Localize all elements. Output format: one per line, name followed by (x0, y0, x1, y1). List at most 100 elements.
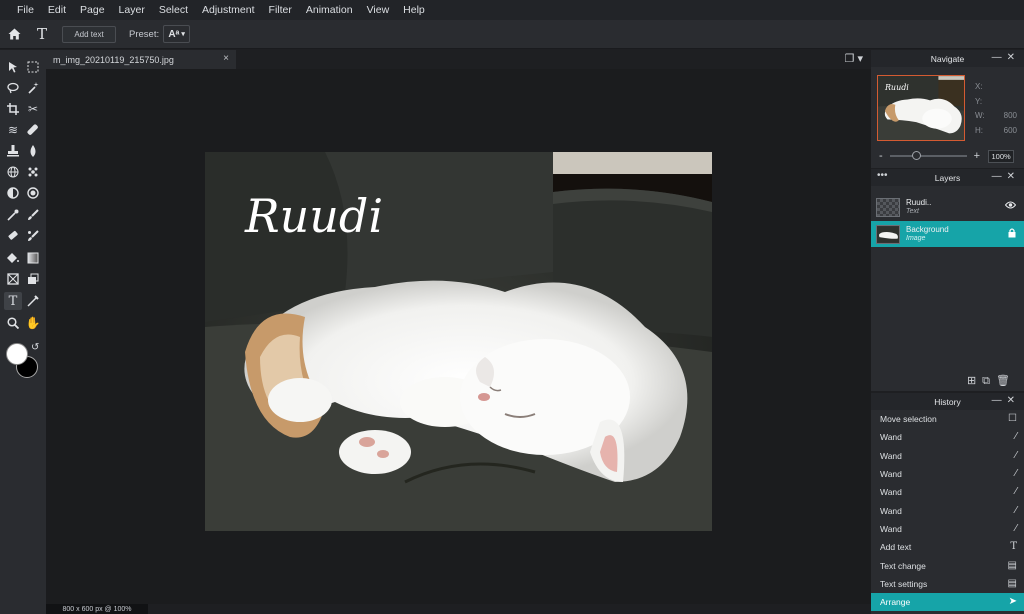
history-item[interactable]: Add text T (871, 538, 1024, 556)
hand-tool-icon[interactable]: ✋ (24, 314, 42, 332)
menu-file[interactable]: File (10, 4, 41, 16)
healing-tool-icon[interactable] (24, 121, 42, 139)
history-item-label: Wand (880, 432, 902, 442)
pen-tool-icon[interactable] (24, 292, 42, 310)
sphere-tool-icon[interactable] (4, 163, 22, 181)
shape-tool-icon[interactable] (4, 270, 22, 288)
fill-tool-icon[interactable] (4, 249, 22, 267)
menu-view[interactable]: View (360, 4, 397, 16)
document-icon: ▤ (1007, 560, 1017, 571)
layer-actions: ⊞⧉🗑 (967, 374, 1016, 388)
menu-select[interactable]: Select (152, 4, 195, 16)
pointer-icon: ➤ (1008, 596, 1017, 607)
navigate-title: Navigate (930, 53, 965, 64)
stamp-tool-icon[interactable] (4, 142, 22, 160)
layer-row-background[interactable]: Background Image (871, 221, 1024, 247)
history-item[interactable]: Wand ⁄ (871, 428, 1024, 446)
navigator-thumbnail[interactable]: Ruudi (877, 75, 965, 141)
history-item-label: Add text (880, 542, 912, 552)
delete-layer-icon[interactable]: 🗑 (996, 375, 1016, 387)
menu-animation[interactable]: Animation (299, 4, 360, 16)
history-item[interactable]: Text change ▤ (871, 557, 1024, 575)
status-bar: 800 x 600 px @ 100% (46, 604, 148, 614)
layers-panel: ••• Layers —✕ Ruudi.. Text Background Im… (871, 169, 1024, 391)
svg-text:Ruudi: Ruudi (884, 83, 909, 92)
menu-filter[interactable]: Filter (262, 4, 299, 16)
more-icon[interactable]: ••• (877, 170, 888, 181)
history-panel-header: History —✕ (871, 393, 1024, 410)
history-item[interactable]: Wand ⁄ (871, 520, 1024, 538)
layer-type: Image (906, 235, 926, 242)
history-item-label: Arrange (880, 597, 911, 607)
h-value: 600 (1003, 125, 1017, 135)
history-item-label: Wand (880, 524, 902, 534)
eye-icon[interactable] (1004, 201, 1017, 211)
history-item[interactable]: Wand ⁄ (871, 465, 1024, 483)
magic-wand-tool-icon[interactable] (24, 79, 42, 97)
zoom-tool-icon[interactable] (4, 314, 22, 332)
y-label: Y: (975, 96, 983, 106)
object-tool-icon[interactable] (24, 270, 42, 288)
arrange-windows-icon[interactable]: ❐ ▾ (845, 52, 863, 65)
home-button[interactable] (0, 20, 28, 49)
text-tool-icon: T (36, 25, 47, 43)
wand-icon: ⁄ (1015, 486, 1017, 497)
dodge-tool-icon[interactable] (4, 184, 22, 202)
brush-tool-icon[interactable] (24, 206, 42, 224)
panel-controls-icon[interactable]: —✕ (992, 395, 1020, 406)
history-item[interactable]: Wand ⁄ (871, 447, 1024, 465)
zoom-out-icon[interactable]: - (879, 150, 883, 162)
lock-icon[interactable] (1008, 228, 1016, 240)
history-item-selected[interactable]: Arrange ➤ (871, 593, 1024, 611)
menu-bar: File Edit Page Layer Select Adjustment F… (0, 0, 1024, 20)
canvas-image[interactable]: Ruudi (205, 152, 712, 531)
menu-adjustment[interactable]: Adjustment (195, 4, 262, 16)
text-icon: T (1010, 541, 1017, 552)
document-tab[interactable]: m_img_20210119_215750.jpg × (46, 50, 236, 69)
eraser-tool-icon[interactable] (4, 227, 22, 245)
swap-colors-icon[interactable]: ↺ (31, 342, 39, 353)
duplicate-layer-icon[interactable]: ⧉ (982, 375, 996, 387)
history-item-label: Move selection (880, 414, 937, 424)
history-item[interactable]: Wand ⁄ (871, 502, 1024, 520)
zoom-input[interactable]: 100% (988, 149, 1015, 163)
move-tool-icon[interactable] (4, 58, 22, 76)
layers-panel-header: ••• Layers —✕ (871, 169, 1024, 186)
drop-tool-icon[interactable] (24, 142, 42, 160)
menu-layer[interactable]: Layer (112, 4, 152, 16)
add-text-button[interactable]: Add text (62, 25, 116, 43)
menu-edit[interactable]: Edit (41, 4, 73, 16)
sponge-tool-icon[interactable] (24, 184, 42, 202)
panel-controls-icon[interactable]: —✕ (992, 52, 1020, 63)
zoom-slider[interactable] (889, 151, 967, 160)
zoom-in-icon[interactable]: + (974, 150, 980, 162)
history-item-label: Text settings (880, 579, 928, 589)
scissors-tool-icon[interactable]: ✂ (24, 100, 42, 118)
history-item[interactable]: Move selection ☐ (871, 410, 1024, 428)
eyedropper-tool-icon[interactable] (4, 206, 22, 224)
clone-brush-tool-icon[interactable] (24, 227, 42, 245)
crop-tool-icon[interactable] (4, 100, 22, 118)
text-layer-ruudi[interactable]: Ruudi (244, 189, 383, 243)
menu-page[interactable]: Page (73, 4, 112, 16)
history-item-label: Wand (880, 469, 902, 479)
navigate-panel-header: Navigate —✕ (871, 50, 1024, 67)
zoom-slider-handle[interactable] (911, 151, 921, 160)
marquee-tool-icon[interactable] (24, 58, 42, 76)
foreground-color-swatch[interactable] (6, 343, 28, 365)
type-tool-icon[interactable]: T (4, 292, 22, 310)
layer-row-text[interactable]: Ruudi.. Text (871, 194, 1024, 220)
lasso-tool-icon[interactable] (4, 79, 22, 97)
preset-dropdown[interactable]: Aᵃ ▾ (163, 25, 191, 43)
layers-title: Layers (934, 172, 961, 183)
blur-tool-icon[interactable] (24, 163, 42, 181)
history-item[interactable]: Text settings ▤ (871, 575, 1024, 593)
panel-controls-icon[interactable]: —✕ (992, 171, 1020, 182)
liquify-tool-icon[interactable]: ≋ (4, 121, 22, 139)
gradient-tool-icon[interactable] (24, 249, 42, 267)
history-item[interactable]: Wand ⁄ (871, 483, 1024, 501)
add-layer-icon[interactable]: ⊞ (967, 375, 982, 387)
menu-help[interactable]: Help (396, 4, 432, 16)
close-tab-icon[interactable]: × (223, 53, 229, 64)
wand-icon: ⁄ (1015, 505, 1017, 516)
